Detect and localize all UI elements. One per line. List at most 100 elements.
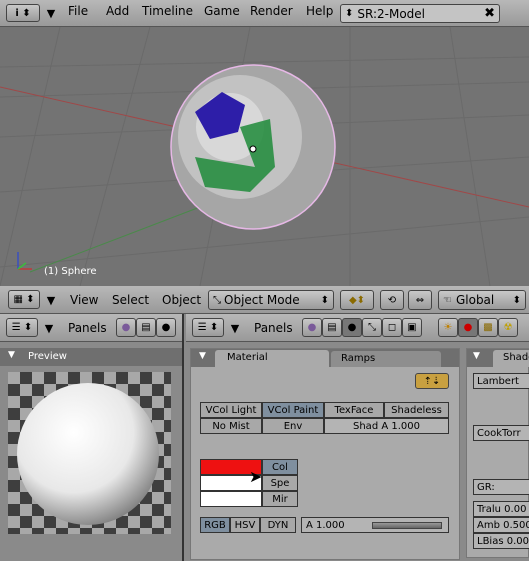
panels-label[interactable]: Panels — [68, 321, 107, 335]
menu-object[interactable]: Object — [162, 293, 201, 307]
lamp-button[interactable]: ☀ — [438, 318, 458, 337]
spe-button[interactable]: Spe — [262, 475, 298, 491]
editor-type-button[interactable]: ▦ ⬍ — [8, 290, 40, 309]
buttons-window-icon: ☰ ⬍ — [197, 322, 219, 333]
menu-timeline[interactable]: Timeline — [142, 4, 193, 18]
context-shading-button[interactable]: ● — [342, 318, 362, 337]
collapse-triangle-icon[interactable]: ▼ — [199, 351, 206, 361]
material-tab[interactable]: Material — [215, 350, 329, 367]
object-label: (1) Sphere — [44, 266, 97, 277]
script-icon: ▤ — [327, 322, 337, 333]
no-mist-toggle[interactable]: No Mist — [200, 418, 262, 434]
context-object-button[interactable]: ⤡ — [362, 318, 382, 337]
collapse-triangle-icon[interactable]: ▼ — [44, 5, 58, 21]
shaders-tab[interactable]: Shade — [493, 350, 529, 367]
pivot-selector[interactable]: ⟲ — [380, 290, 404, 310]
editor-type-button[interactable]: i ⬍ — [6, 4, 40, 22]
material-icon: ● — [463, 322, 473, 333]
collapse-triangle-icon[interactable]: ▼ — [8, 350, 15, 360]
radiosity-button[interactable]: ☢ — [498, 318, 518, 337]
material-button[interactable]: ● — [458, 318, 478, 337]
menu-add[interactable]: Add — [106, 4, 129, 18]
lbias-field[interactable]: LBias 0.00 — [473, 533, 529, 549]
collapse-triangle-icon[interactable]: ▼ — [42, 320, 56, 336]
diffuse-shader-select[interactable]: Lambert — [473, 373, 529, 389]
texture-button[interactable]: ▩ — [478, 318, 498, 337]
menu-select[interactable]: Select — [112, 293, 149, 307]
mouse-cursor-icon: ➤ — [249, 467, 263, 486]
ramps-tab[interactable]: Ramps — [331, 351, 441, 367]
tralu-field[interactable]: Tralu 0.00 — [473, 501, 529, 517]
context-logic-button[interactable]: ● — [116, 318, 136, 337]
shaders-tab-bar: ▼ Shade — [467, 349, 529, 367]
material-preview — [8, 372, 171, 534]
alpha-slider[interactable]: A 1.000 — [301, 517, 449, 533]
arrows-icon: ⬍ — [345, 8, 354, 19]
manipulator-toggle[interactable]: ⇔ — [408, 290, 432, 310]
logic-icon: ● — [121, 322, 131, 333]
editor-type-button[interactable]: ☰ ⬍ — [192, 318, 224, 337]
alpha-value: A 1.000 — [306, 519, 345, 531]
menu-render[interactable]: Render — [250, 4, 293, 18]
material-panel-area: ☰ ⬍ ▼ Panels ● ▤ ● ⤡ ◻ ▣ ☀ ● ▩ ☢ ▼ Mater… — [186, 314, 529, 561]
left-panel-header: ☰ ⬍ ▼ Panels ● ▤ ● — [0, 314, 182, 342]
texface-toggle[interactable]: TexFace — [324, 402, 384, 418]
view3d-header: ▦ ⬍ ▼ View Select Object ⤡ Object Mode ⬍… — [0, 286, 529, 314]
shadow-alpha-slider[interactable]: Shad A 1.000 — [324, 418, 449, 434]
close-icon[interactable]: ✖ — [484, 6, 495, 21]
panels-label[interactable]: Panels — [254, 321, 293, 335]
context-shading-button[interactable]: ● — [156, 318, 176, 337]
vcol-light-toggle[interactable]: VCol Light — [200, 402, 262, 418]
arrows-icon: ⬍ — [512, 294, 521, 306]
copy-paste-button[interactable]: ⇡⇣ — [415, 373, 449, 389]
arrows-icon: ⬍ — [320, 294, 329, 306]
hsv-button[interactable]: HSV — [230, 517, 260, 533]
orientation-label: Global — [455, 293, 495, 307]
menu-file[interactable]: File — [68, 4, 88, 18]
vcol-paint-toggle[interactable]: VCol Paint — [262, 402, 324, 418]
scene-name: SR:2-Model — [357, 6, 426, 21]
lamp-icon: ☀ — [443, 322, 453, 333]
mir-button[interactable]: Mir — [262, 491, 298, 507]
manipulator-icon: ⇔ — [415, 294, 425, 306]
collapse-triangle-icon[interactable]: ▼ — [228, 320, 242, 336]
context-logic-button[interactable]: ● — [302, 318, 322, 337]
context-script-button[interactable]: ▤ — [136, 318, 156, 337]
scene-selector[interactable]: ⬍ SR:2-Model ✖ — [340, 4, 500, 23]
shading-icon: ● — [347, 322, 357, 333]
context-scene-button[interactable]: ▣ — [402, 318, 422, 337]
context-editing-button[interactable]: ◻ — [382, 318, 402, 337]
env-toggle[interactable]: Env — [262, 418, 324, 434]
orientation-selector[interactable]: ☜ Global ⬍ — [438, 290, 526, 310]
editor-type-button[interactable]: ☰ ⬍ — [6, 318, 38, 337]
specular-shader-select[interactable]: CookTorr — [473, 425, 529, 441]
dyn-button[interactable]: DYN — [260, 517, 296, 533]
up-down-arrows-icon: ⇡⇣ — [423, 375, 441, 387]
menu-help[interactable]: Help — [306, 4, 333, 18]
group-field[interactable]: GR: — [473, 479, 529, 495]
draw-type-selector[interactable]: ◆⬍ — [340, 290, 374, 310]
hand-icon: ☜ — [443, 294, 452, 306]
shaders-panel: ▼ Shade Lambert CookTorr GR: Tralu 0.00 … — [466, 348, 529, 558]
rgb-button[interactable]: RGB — [200, 517, 230, 533]
logic-icon: ● — [307, 322, 317, 333]
collapse-triangle-icon[interactable]: ▼ — [473, 351, 480, 361]
amb-field[interactable]: Amb 0.500 — [473, 517, 529, 533]
menu-view[interactable]: View — [70, 293, 98, 307]
mir-swatch[interactable] — [200, 491, 262, 507]
menu-game[interactable]: Game — [204, 4, 240, 18]
script-icon: ▤ — [141, 322, 151, 333]
preview-tab[interactable]: Preview — [28, 351, 67, 362]
preview-tab-bar: ▼ Preview — [0, 348, 182, 366]
texture-icon: ▩ — [483, 322, 493, 333]
mode-selector[interactable]: ⤡ Object Mode ⬍ — [208, 290, 334, 310]
grid-icon: ▦ ⬍ — [13, 294, 35, 305]
mid-panel-header: ☰ ⬍ ▼ Panels ● ▤ ● ⤡ ◻ ▣ ☀ ● ▩ ☢ — [186, 314, 529, 342]
shading-icon: ● — [161, 322, 171, 333]
shadeless-toggle[interactable]: Shadeless — [384, 402, 449, 418]
context-script-button[interactable]: ▤ — [322, 318, 342, 337]
col-button[interactable]: Col — [262, 459, 298, 475]
material-panel: ▼ Material Ramps ⇡⇣ VCol Light VCol Pain… — [190, 348, 460, 560]
collapse-triangle-icon[interactable]: ▼ — [44, 292, 58, 308]
3d-viewport[interactable]: (1) Sphere — [0, 27, 529, 286]
